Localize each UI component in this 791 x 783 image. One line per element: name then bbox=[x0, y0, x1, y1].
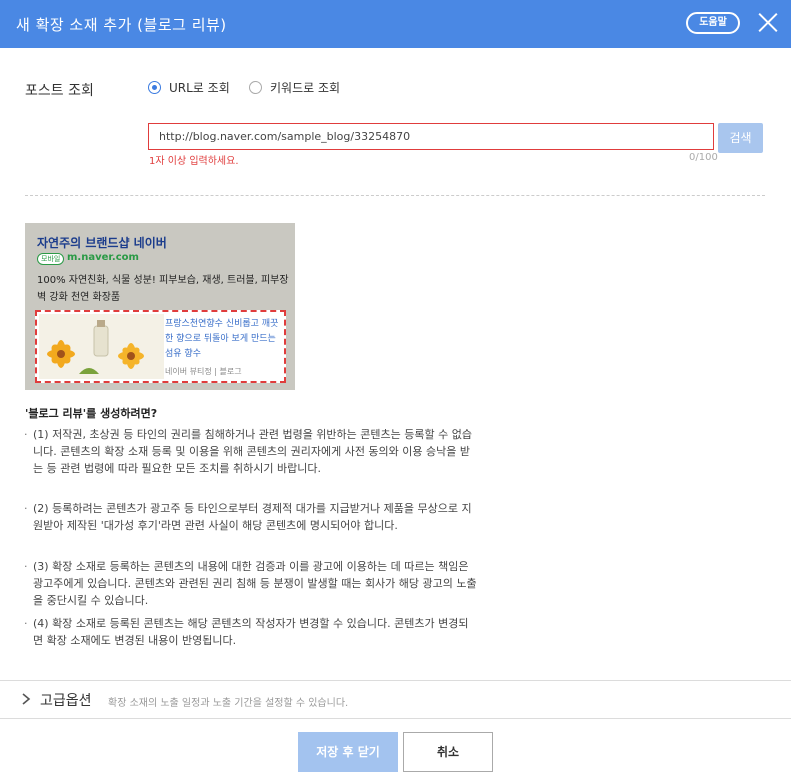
close-icon[interactable] bbox=[758, 12, 778, 32]
dialog-header: 새 확장 소재 추가 (블로그 리뷰) 도움말 bbox=[0, 0, 791, 48]
save-and-close-button[interactable]: 저장 후 닫기 bbox=[298, 732, 398, 772]
preview-source: 네이버 뷰티정 | 블로그 bbox=[165, 366, 242, 377]
blog-review-extension: 프랑스천연향수 신비롭고 깨끗한 향으로 뒤돌아 보게 만드는 섬유 향수 네이… bbox=[35, 310, 286, 383]
char-counter: 0/100 bbox=[689, 152, 718, 163]
preview-description: 100% 자연친화, 식물 성분! 피부보습, 재생, 트러블, 피부장벽 강화… bbox=[37, 275, 289, 303]
preview-url: m.naver.com bbox=[67, 252, 139, 263]
search-button[interactable]: 검색 bbox=[718, 123, 763, 153]
help-button[interactable]: 도움말 bbox=[686, 12, 740, 34]
preview-source-name: 네이버 뷰티정 bbox=[165, 367, 212, 376]
post-lookup-label: 포스트 조회 bbox=[25, 83, 94, 99]
radio-unchecked-icon[interactable] bbox=[249, 81, 262, 94]
radio-checked-icon[interactable] bbox=[148, 81, 161, 94]
advanced-options-label[interactable]: 고급옵션 bbox=[40, 690, 92, 710]
url-input[interactable] bbox=[148, 123, 714, 150]
guide-item: (3) 확장 소재로 등록하는 콘텐츠의 내용에 대한 검증과 이를 광고에 이… bbox=[24, 558, 478, 609]
ad-preview: 자연주의 브랜드샵 네이버 모바일 m.naver.com 100% 자연친화,… bbox=[25, 223, 295, 390]
chevron-right-icon[interactable] bbox=[20, 692, 32, 706]
section-divider bbox=[25, 195, 765, 196]
mobile-badge: 모바일 bbox=[37, 253, 65, 265]
cancel-button[interactable]: 취소 bbox=[403, 732, 493, 772]
dialog-title: 새 확장 소재 추가 (블로그 리뷰) bbox=[16, 16, 227, 34]
radio-url-label: URL로 조회 bbox=[169, 81, 230, 95]
guide-item: (2) 등록하려는 콘텐츠가 광고주 등 타인으로부터 경제적 대가를 지급받거… bbox=[24, 500, 478, 534]
radio-url-lookup[interactable]: URL로 조회 bbox=[148, 79, 230, 96]
advanced-options-row[interactable]: 고급옵션 확장 소재의 노출 일정과 노출 기간을 설정할 수 있습니다. bbox=[0, 680, 791, 719]
preview-sub-text: 프랑스천연향수 신비롭고 깨끗한 향으로 뒤돌아 보게 만드는 섬유 향수 bbox=[165, 319, 279, 359]
preview-title: 자연주의 브랜드샵 네이버 bbox=[37, 236, 167, 250]
guide-title: '블로그 리뷰'를 생성하려면? bbox=[25, 407, 158, 420]
error-message: 1자 이상 입력하세요. bbox=[149, 156, 239, 167]
guide-item: (1) 저작권, 초상권 등 타인의 권리를 침해하거나 관련 법령을 위반하는… bbox=[24, 426, 478, 477]
radio-keyword-label: 키워드로 조회 bbox=[270, 81, 341, 95]
preview-source-type: 블로그 bbox=[219, 367, 242, 376]
advanced-options-description: 확장 소재의 노출 일정과 노출 기간을 설정할 수 있습니다. bbox=[108, 698, 349, 709]
radio-keyword-lookup[interactable]: 키워드로 조회 bbox=[249, 79, 340, 96]
guide-item: (4) 확장 소재로 등록된 콘텐츠는 해당 콘텐츠의 작성자가 변경할 수 있… bbox=[24, 615, 478, 649]
flower-thumbnail-icon bbox=[39, 314, 164, 379]
